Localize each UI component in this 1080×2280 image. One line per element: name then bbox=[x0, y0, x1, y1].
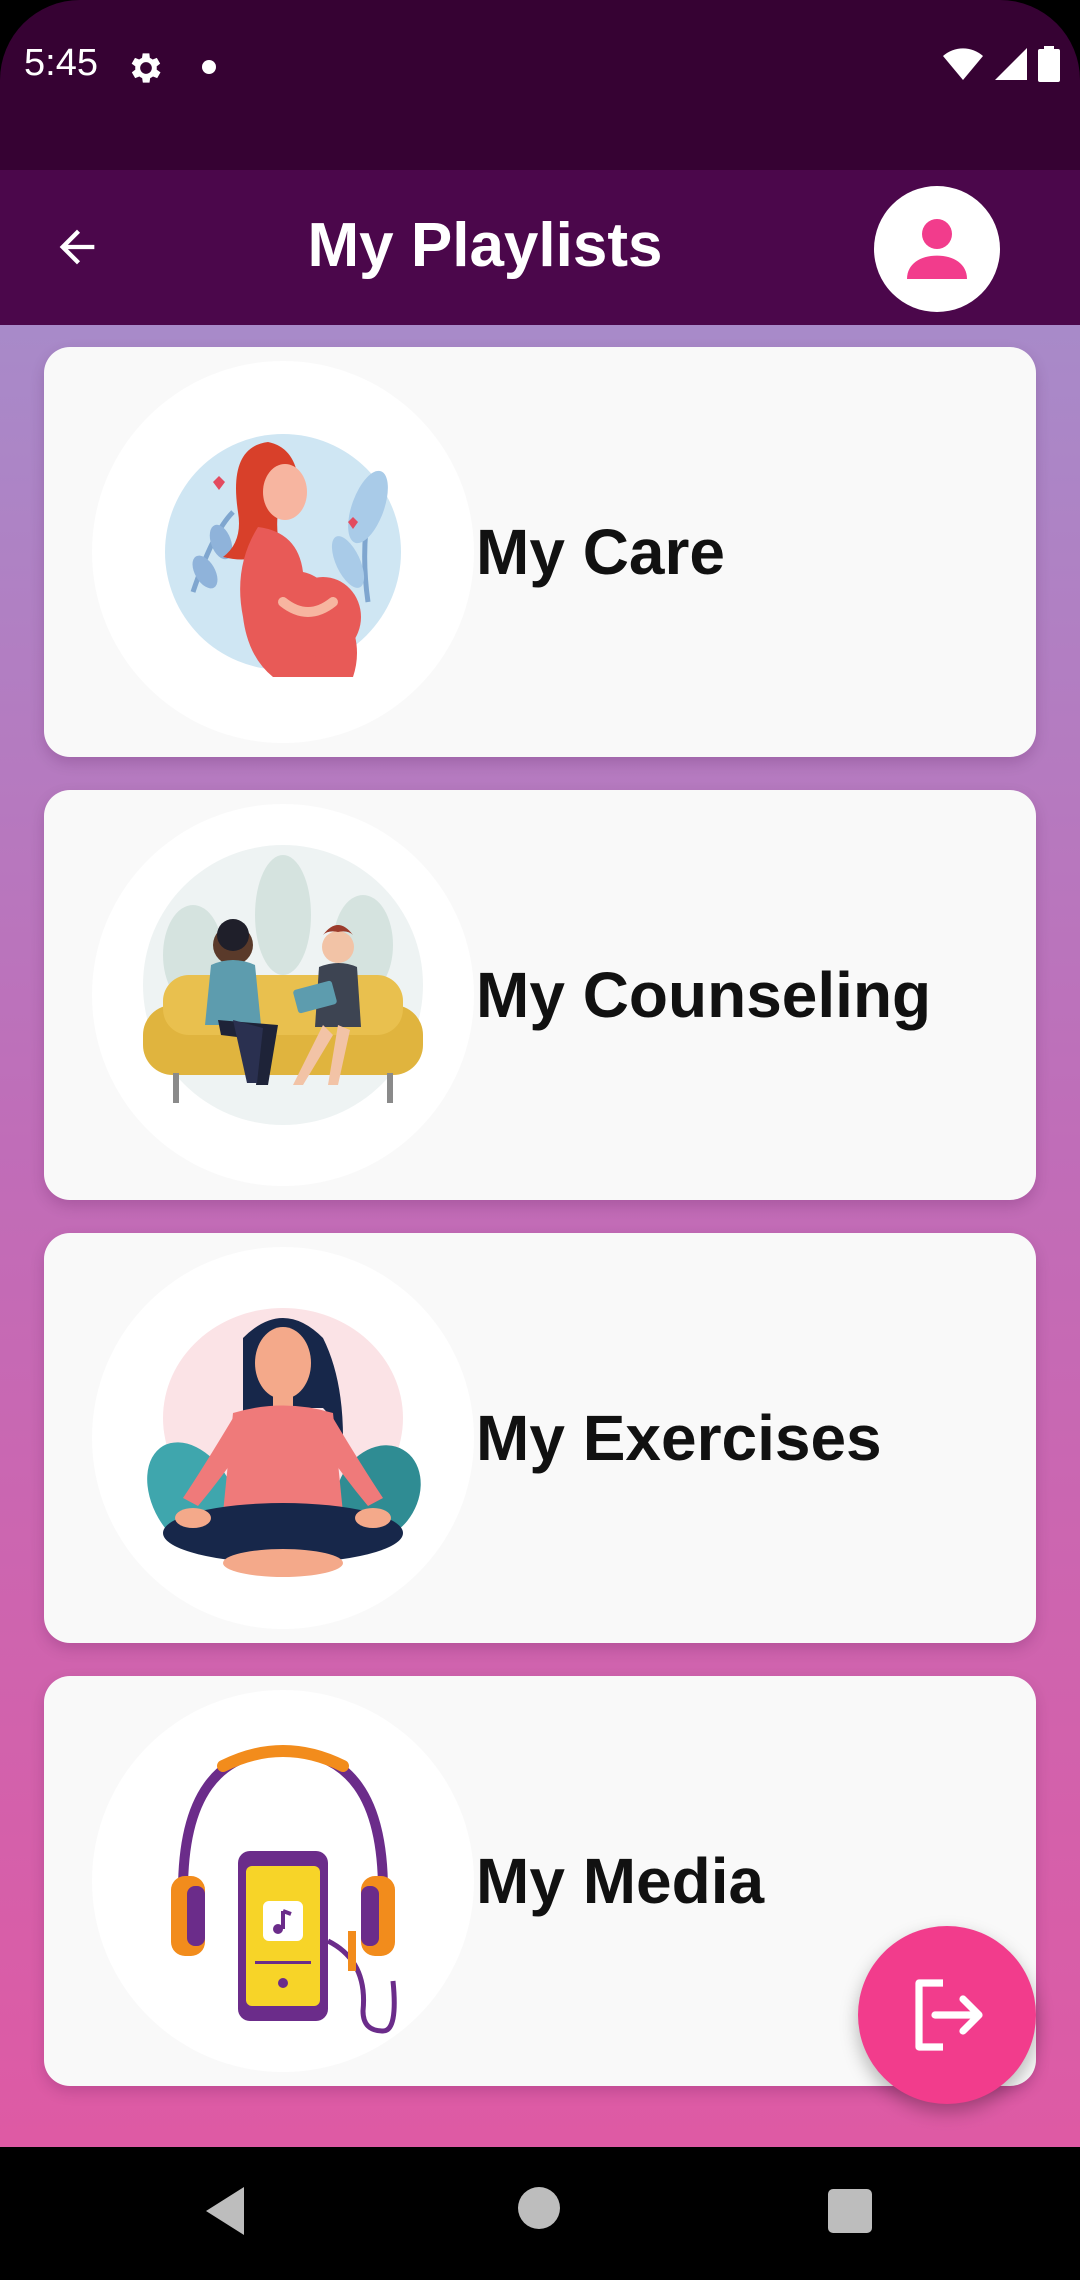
signal-icon bbox=[995, 48, 1027, 80]
playlist-label: My Counseling bbox=[476, 959, 932, 1031]
care-illustration-icon bbox=[165, 434, 401, 677]
status-icons bbox=[942, 46, 1060, 82]
playlist-label: My Media bbox=[476, 1845, 765, 1917]
playlist-list: My Care My Counseling My Exercises My Me… bbox=[0, 325, 1080, 2147]
wifi-icon bbox=[943, 48, 983, 80]
meditation-yoga-illustration bbox=[92, 1247, 474, 1629]
logout-icon bbox=[915, 1979, 983, 2051]
page-title: My Playlists bbox=[307, 211, 663, 280]
profile-button[interactable] bbox=[874, 186, 1000, 312]
playlist-label: My Exercises bbox=[476, 1402, 882, 1474]
logout-button[interactable] bbox=[858, 1926, 1036, 2104]
playlist-label: My Care bbox=[476, 516, 725, 588]
exercises-illustration-icon bbox=[147, 1308, 421, 1577]
notification-dot-icon bbox=[202, 60, 216, 74]
nav-home-icon[interactable] bbox=[518, 2187, 560, 2229]
status-bar: 5:45 bbox=[0, 0, 1080, 170]
status-time: 5:45 bbox=[24, 42, 98, 84]
person-icon bbox=[907, 219, 967, 279]
battery-icon bbox=[1038, 46, 1060, 82]
nav-back-icon[interactable] bbox=[200, 2183, 250, 2239]
pregnant-woman-illustration bbox=[92, 361, 474, 743]
nav-recents-icon[interactable] bbox=[828, 2189, 872, 2233]
counseling-illustration-icon bbox=[143, 845, 423, 1125]
media-illustration-icon bbox=[171, 1745, 397, 2034]
system-nav-bar bbox=[0, 2147, 1080, 2280]
playlist-card-my-exercises[interactable]: My Exercises bbox=[44, 1233, 1036, 1643]
playlist-card-my-care[interactable]: My Care bbox=[44, 347, 1036, 757]
counseling-session-illustration bbox=[92, 804, 474, 1186]
phone-screen: 5:45 My Playlists My Care My Counseling … bbox=[0, 0, 1080, 2280]
headphones-phone-music-illustration bbox=[92, 1690, 474, 2072]
app-bar: My Playlists bbox=[0, 170, 1080, 325]
gear-icon bbox=[131, 53, 161, 83]
playlist-card-my-counseling[interactable]: My Counseling bbox=[44, 790, 1036, 1200]
